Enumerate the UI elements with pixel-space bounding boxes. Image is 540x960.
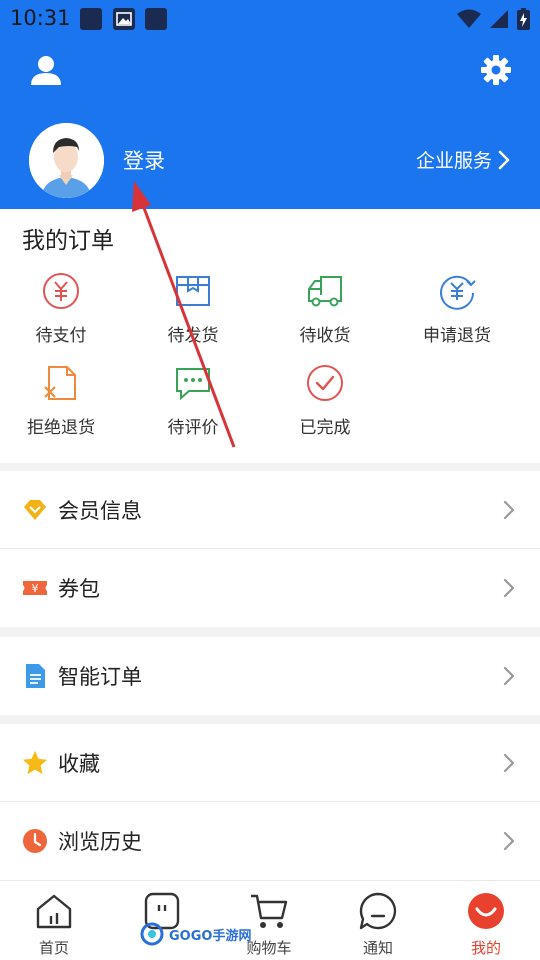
delivery-truck-icon — [308, 276, 342, 307]
chevron-right-icon — [503, 578, 515, 598]
my-orders-section: 我的订单 待支付 待发货 待收货 申请退货 拒绝退货 待评价 已完成 — [0, 209, 540, 463]
bottom-tab-bar: 首页 购物车 通知 我的 — [0, 880, 540, 960]
svg-text:¥: ¥ — [32, 582, 39, 595]
login-link[interactable]: 登录 — [123, 145, 165, 175]
gogo-logo-icon — [140, 922, 164, 946]
chevron-right-icon — [498, 150, 510, 169]
order-label: 已完成 — [299, 418, 351, 438]
order-label: 待发货 — [167, 326, 219, 346]
gallery-notification-icon — [113, 8, 135, 30]
order-pending-payment[interactable]: 待支付 — [1, 271, 121, 346]
profile-row[interactable]: 登录 企业服务 — [0, 120, 540, 200]
settings-gear-icon[interactable] — [476, 50, 516, 90]
tab-notifications[interactable]: 通知 — [328, 891, 428, 958]
order-completed[interactable]: 已完成 — [265, 363, 385, 438]
menu-item-label: 会员信息 — [58, 498, 142, 523]
tab-label: 我的 — [470, 939, 501, 957]
smile-profile-icon — [468, 893, 504, 929]
shopping-cart-icon — [251, 894, 288, 928]
menu-group-member: 会员信息 ¥ 券包 — [0, 471, 540, 627]
document-icon — [22, 663, 48, 689]
home-icon — [36, 894, 72, 929]
refund-yuan-icon — [440, 275, 476, 310]
my-orders-title: 我的订单 — [22, 228, 114, 254]
watermark-text: GOGO手游网 — [169, 928, 252, 944]
order-return-rejected[interactable]: 拒绝退货 — [1, 363, 121, 438]
order-pending-review[interactable]: 待评价 — [133, 363, 253, 438]
order-label: 申请退货 — [423, 326, 491, 346]
tab-home[interactable]: 首页 — [4, 891, 104, 958]
reject-document-icon — [44, 366, 76, 400]
chevron-right-icon — [503, 831, 515, 851]
menu-item-browsing-history[interactable]: 浏览历史 — [0, 802, 540, 880]
clock-icon — [22, 828, 48, 854]
diamond-badge-icon — [22, 497, 48, 523]
order-label: 待收货 — [299, 326, 351, 346]
order-label: 待支付 — [35, 326, 87, 346]
chevron-right-icon — [503, 500, 515, 520]
coupon-ticket-icon: ¥ — [22, 575, 48, 601]
status-bar: 10:31 — [0, 0, 540, 38]
gogo-watermark: GOGO手游网 — [140, 922, 251, 946]
profile-header: 10:31 登录 企业服务 — [0, 0, 540, 209]
order-label: 拒绝退货 — [27, 418, 95, 438]
tab-label: 首页 — [38, 939, 69, 957]
user-icon[interactable] — [26, 50, 66, 90]
check-circle-icon — [307, 365, 343, 401]
order-pending-shipment[interactable]: 待发货 — [133, 271, 253, 346]
battery-charging-icon — [517, 8, 530, 30]
comment-bubble-icon — [176, 368, 210, 401]
menu-group-history: 收藏 浏览历史 — [0, 724, 540, 880]
notification-app-icon — [80, 8, 102, 30]
order-label: 待评价 — [167, 418, 219, 438]
yuan-circle-icon — [43, 273, 79, 309]
enterprise-service-link[interactable]: 企业服务 — [416, 146, 510, 173]
star-icon — [22, 750, 48, 776]
notification-bubble-icon — [359, 892, 397, 930]
menu-item-label: 智能订单 — [58, 665, 142, 689]
notification-app-icon-2 — [145, 8, 167, 30]
tab-label: 通知 — [362, 939, 393, 957]
order-return-request[interactable]: 申请退货 — [397, 271, 517, 346]
order-pending-receipt[interactable]: 待收货 — [265, 271, 385, 346]
enterprise-service-label: 企业服务 — [415, 150, 492, 172]
status-right — [457, 7, 530, 31]
menu-group-orders: 智能订单 — [0, 637, 540, 715]
menu-item-label: 收藏 — [58, 751, 100, 776]
menu-item-smart-order[interactable]: 智能订单 — [0, 637, 540, 715]
menu-item-member-info[interactable]: 会员信息 — [0, 471, 540, 549]
menu-item-favorites[interactable]: 收藏 — [0, 724, 540, 802]
chevron-right-icon — [503, 753, 515, 773]
avatar[interactable] — [29, 123, 104, 198]
chevron-right-icon — [503, 666, 515, 686]
menu-item-coupons[interactable]: ¥ 券包 — [0, 549, 540, 627]
cell-signal-icon — [490, 10, 508, 28]
tab-mine[interactable]: 我的 — [436, 891, 536, 958]
wifi-icon — [457, 9, 481, 28]
status-time: 10:31 — [10, 6, 71, 30]
menu-item-label: 券包 — [58, 577, 100, 601]
package-box-icon — [176, 276, 210, 306]
menu-item-label: 浏览历史 — [58, 830, 142, 854]
